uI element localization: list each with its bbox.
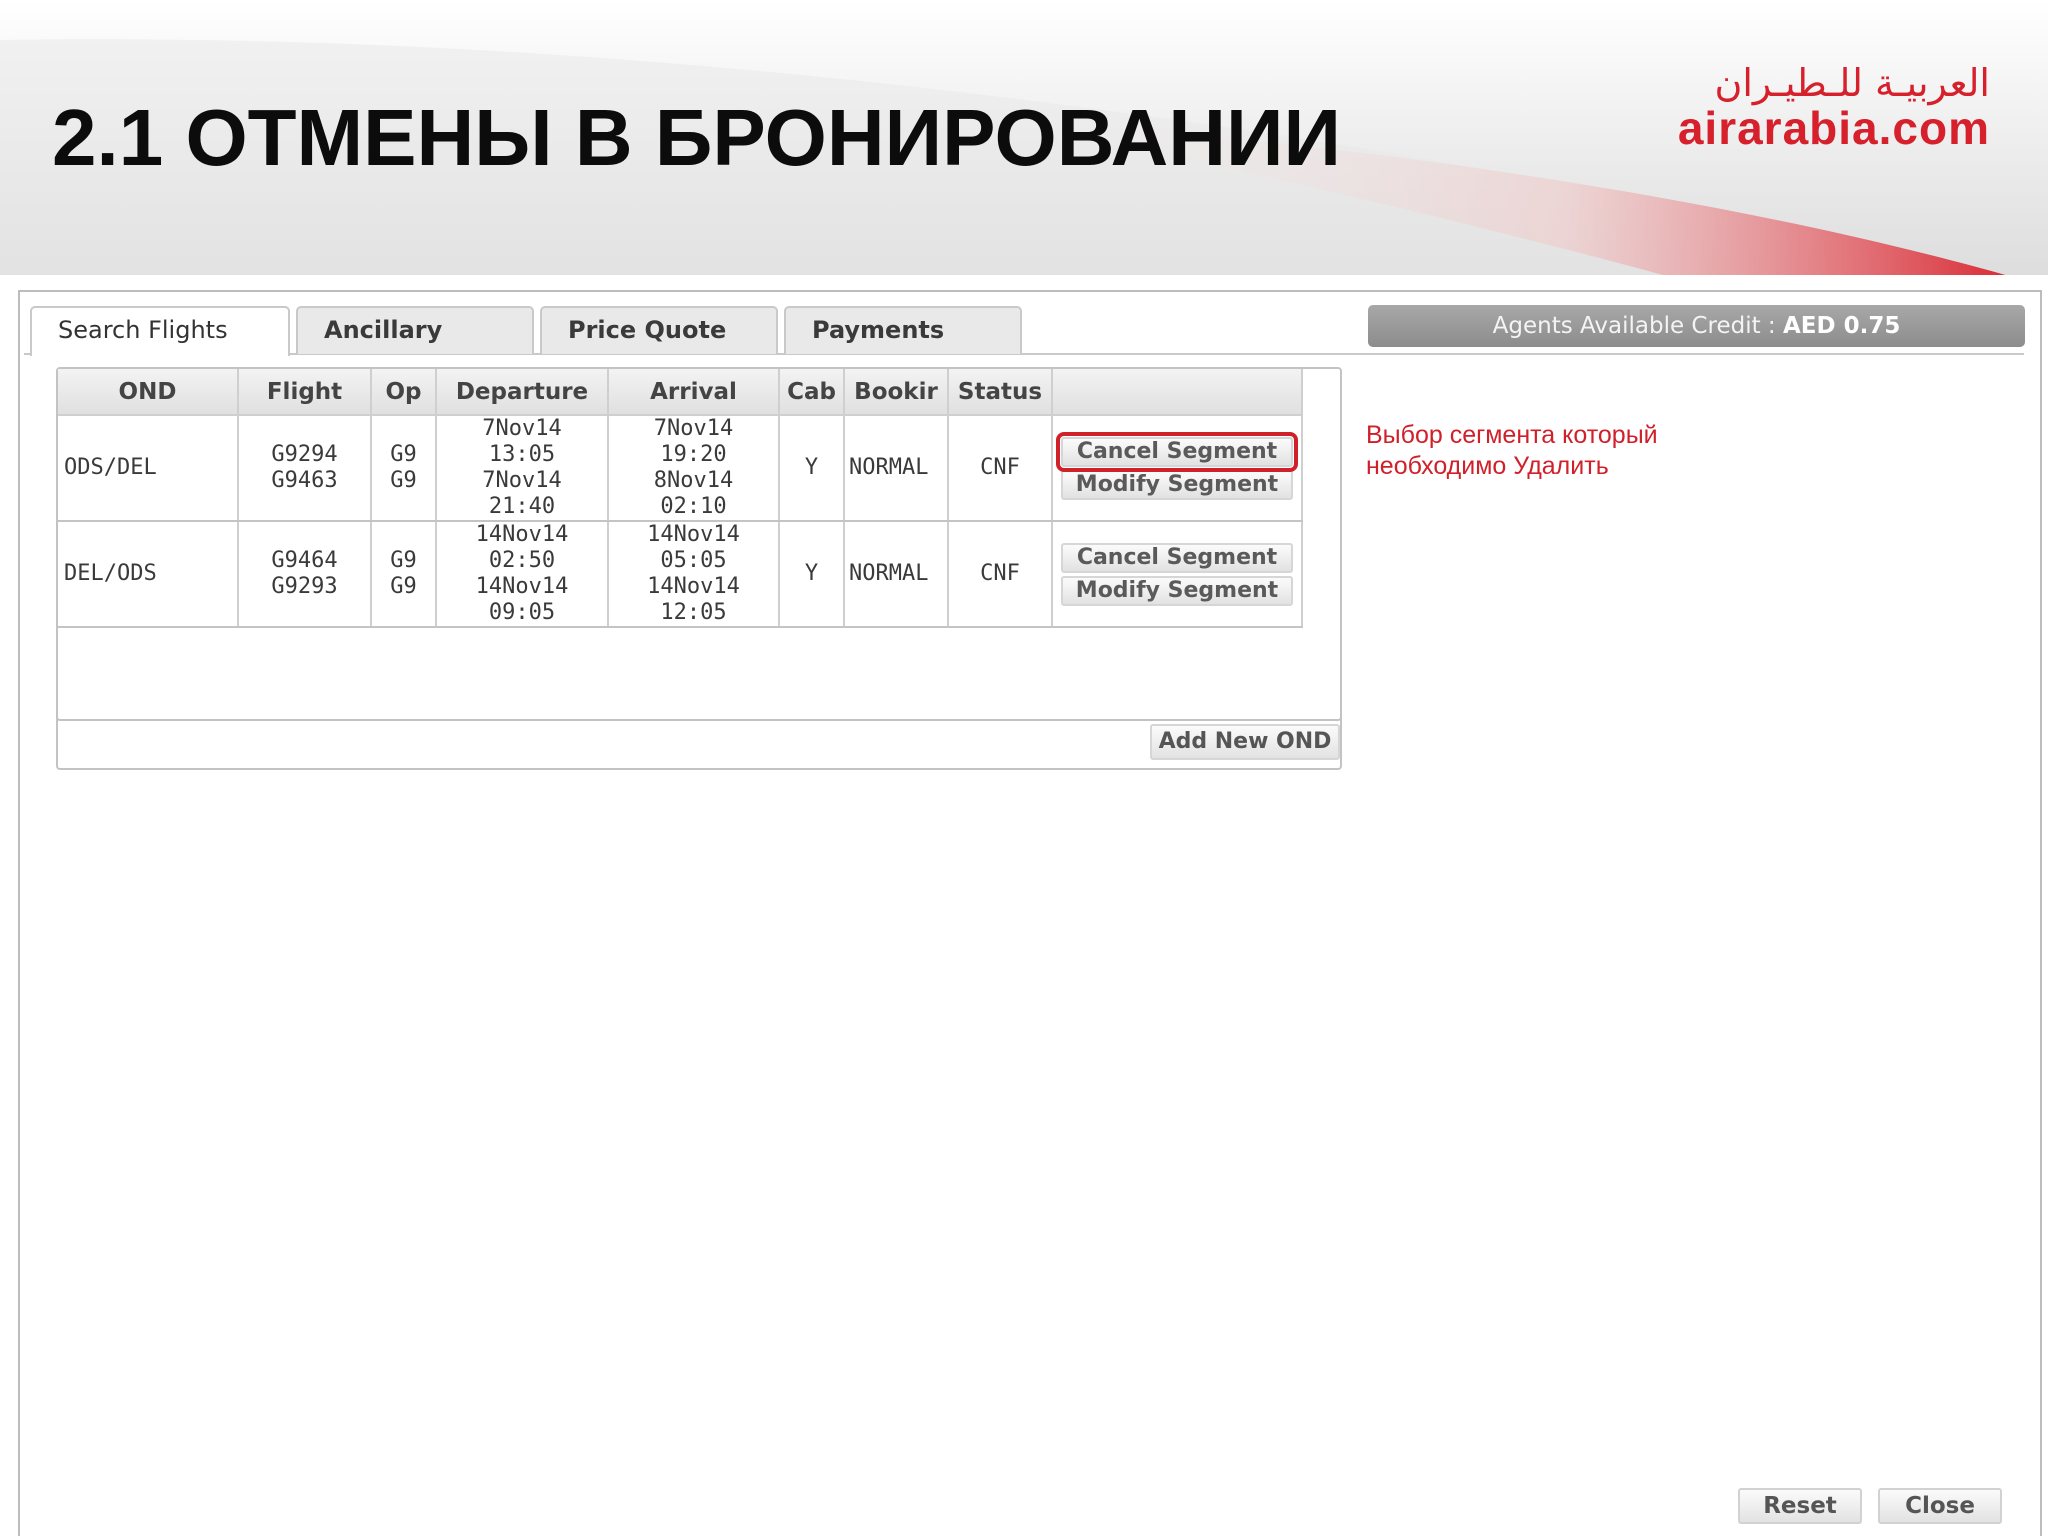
flight-number: G9293	[271, 574, 338, 599]
cell-booking: NORMAL	[844, 415, 949, 522]
flight-number: G9463	[271, 468, 338, 493]
modify-segment-button[interactable]: Modify Segment	[1061, 469, 1293, 500]
cell-booking: NORMAL	[844, 521, 949, 628]
arrival-date: 14Nov14	[647, 522, 740, 547]
departure-time: 13:05	[488, 442, 556, 467]
cell-op: G9 G9	[371, 415, 437, 522]
cell-departure: 7Nov14 13:05 7Nov14 21:40	[436, 415, 609, 522]
segments-table: OND Flight Op Departure Arrival Cab Book…	[58, 369, 1303, 628]
slide-title: 2.1 ОТМЕНЫ В БРОНИРОВАНИИ	[52, 93, 1342, 182]
col-header-cabin[interactable]: Cab	[779, 369, 845, 416]
arrival-date: 14Nov14	[647, 574, 740, 599]
arrival-time: 05:05	[660, 548, 727, 573]
credit-label: Agents Available Credit :	[1492, 313, 1783, 339]
close-button[interactable]: Close	[1878, 1488, 2002, 1524]
departure-time: 09:05	[488, 600, 556, 625]
arrival-date: 8Nov14	[653, 468, 734, 493]
col-header-booking[interactable]: Bookir	[844, 369, 949, 416]
tab-search-flights[interactable]: Search Flights	[30, 306, 290, 356]
arrival-date: 7Nov14	[653, 416, 734, 441]
arrival-time: 02:10	[660, 494, 727, 519]
tab-payments[interactable]: Payments	[784, 306, 1022, 354]
cell-op: G9 G9	[371, 521, 437, 628]
cell-cabin: Y	[779, 521, 845, 628]
agent-credit-bar: Agents Available Credit : AED 0.75	[1368, 305, 2025, 347]
departure-date: 7Nov14	[482, 468, 562, 493]
flight-number: G9464	[271, 548, 338, 573]
col-header-arrival[interactable]: Arrival	[608, 369, 780, 416]
cell-departure: 14Nov14 02:50 14Nov14 09:05	[436, 521, 609, 628]
cell-ond: ODS/DEL	[58, 415, 239, 522]
arrival-time: 19:20	[660, 442, 727, 467]
cancel-segment-button[interactable]: Cancel Segment	[1056, 431, 1298, 472]
departure-time: 02:50	[488, 548, 556, 573]
table-row: ODS/DEL G9294 G9463 G9 G9 7Nov14 13:05 7…	[58, 415, 1303, 522]
logo-latin-text: airarabia.com	[1677, 102, 1990, 154]
operator-code: G9	[390, 442, 417, 467]
cell-status: CNF	[948, 521, 1053, 628]
cell-arrival: 14Nov14 05:05 14Nov14 12:05	[608, 521, 780, 628]
cell-flight: G9294 G9463	[238, 415, 372, 522]
departure-date: 7Nov14	[482, 416, 562, 441]
departure-time: 21:40	[488, 494, 556, 519]
col-header-status[interactable]: Status	[948, 369, 1053, 416]
cell-actions: Cancel Segment Modify Segment	[1052, 521, 1303, 628]
tab-ancillary[interactable]: Ancillary	[296, 306, 534, 354]
table-header-row: OND Flight Op Departure Arrival Cab Book…	[58, 369, 1303, 416]
cell-status: CNF	[948, 415, 1053, 522]
col-header-op[interactable]: Op	[371, 369, 437, 416]
departure-date: 14Nov14	[475, 574, 569, 599]
cell-cabin: Y	[779, 415, 845, 522]
operator-code: G9	[390, 574, 417, 599]
modify-segment-button[interactable]: Modify Segment	[1061, 575, 1293, 606]
col-header-actions	[1052, 369, 1303, 416]
cell-ond: DEL/ODS	[58, 521, 239, 628]
cancel-segment-button[interactable]: Cancel Segment	[1061, 542, 1293, 573]
cell-flight: G9464 G9293	[238, 521, 372, 628]
col-header-departure[interactable]: Departure	[436, 369, 609, 416]
credit-value: AED 0.75	[1782, 313, 1901, 339]
flight-number: G9294	[271, 442, 338, 467]
cell-actions: Cancel Segment Modify Segment	[1052, 415, 1303, 522]
operator-code: G9	[390, 548, 417, 573]
departure-date: 14Nov14	[475, 522, 569, 547]
tab-price-quote[interactable]: Price Quote	[540, 306, 778, 354]
instruction-annotation: Выбор сегмента который необходимо Удалит…	[1366, 421, 1658, 480]
logo-arabic-text: العربيـة للـطيـران	[1714, 61, 1990, 105]
table-row: DEL/ODS G9464 G9293 G9 G9 14Nov14 02:50 …	[58, 521, 1303, 628]
operator-code: G9	[390, 468, 417, 493]
cell-arrival: 7Nov14 19:20 8Nov14 02:10	[608, 415, 780, 522]
add-new-ond-button[interactable]: Add New OND	[1150, 724, 1340, 760]
col-header-flight[interactable]: Flight	[238, 369, 372, 416]
airarabia-logo: العربيـة للـطيـران airarabia.com	[1650, 62, 1990, 152]
arrival-time: 12:05	[660, 600, 727, 625]
reset-button[interactable]: Reset	[1738, 1488, 1862, 1524]
col-header-ond[interactable]: OND	[58, 369, 239, 416]
slide-header: 2.1 ОТМЕНЫ В БРОНИРОВАНИИ العربيـة للـطي…	[0, 0, 2048, 285]
